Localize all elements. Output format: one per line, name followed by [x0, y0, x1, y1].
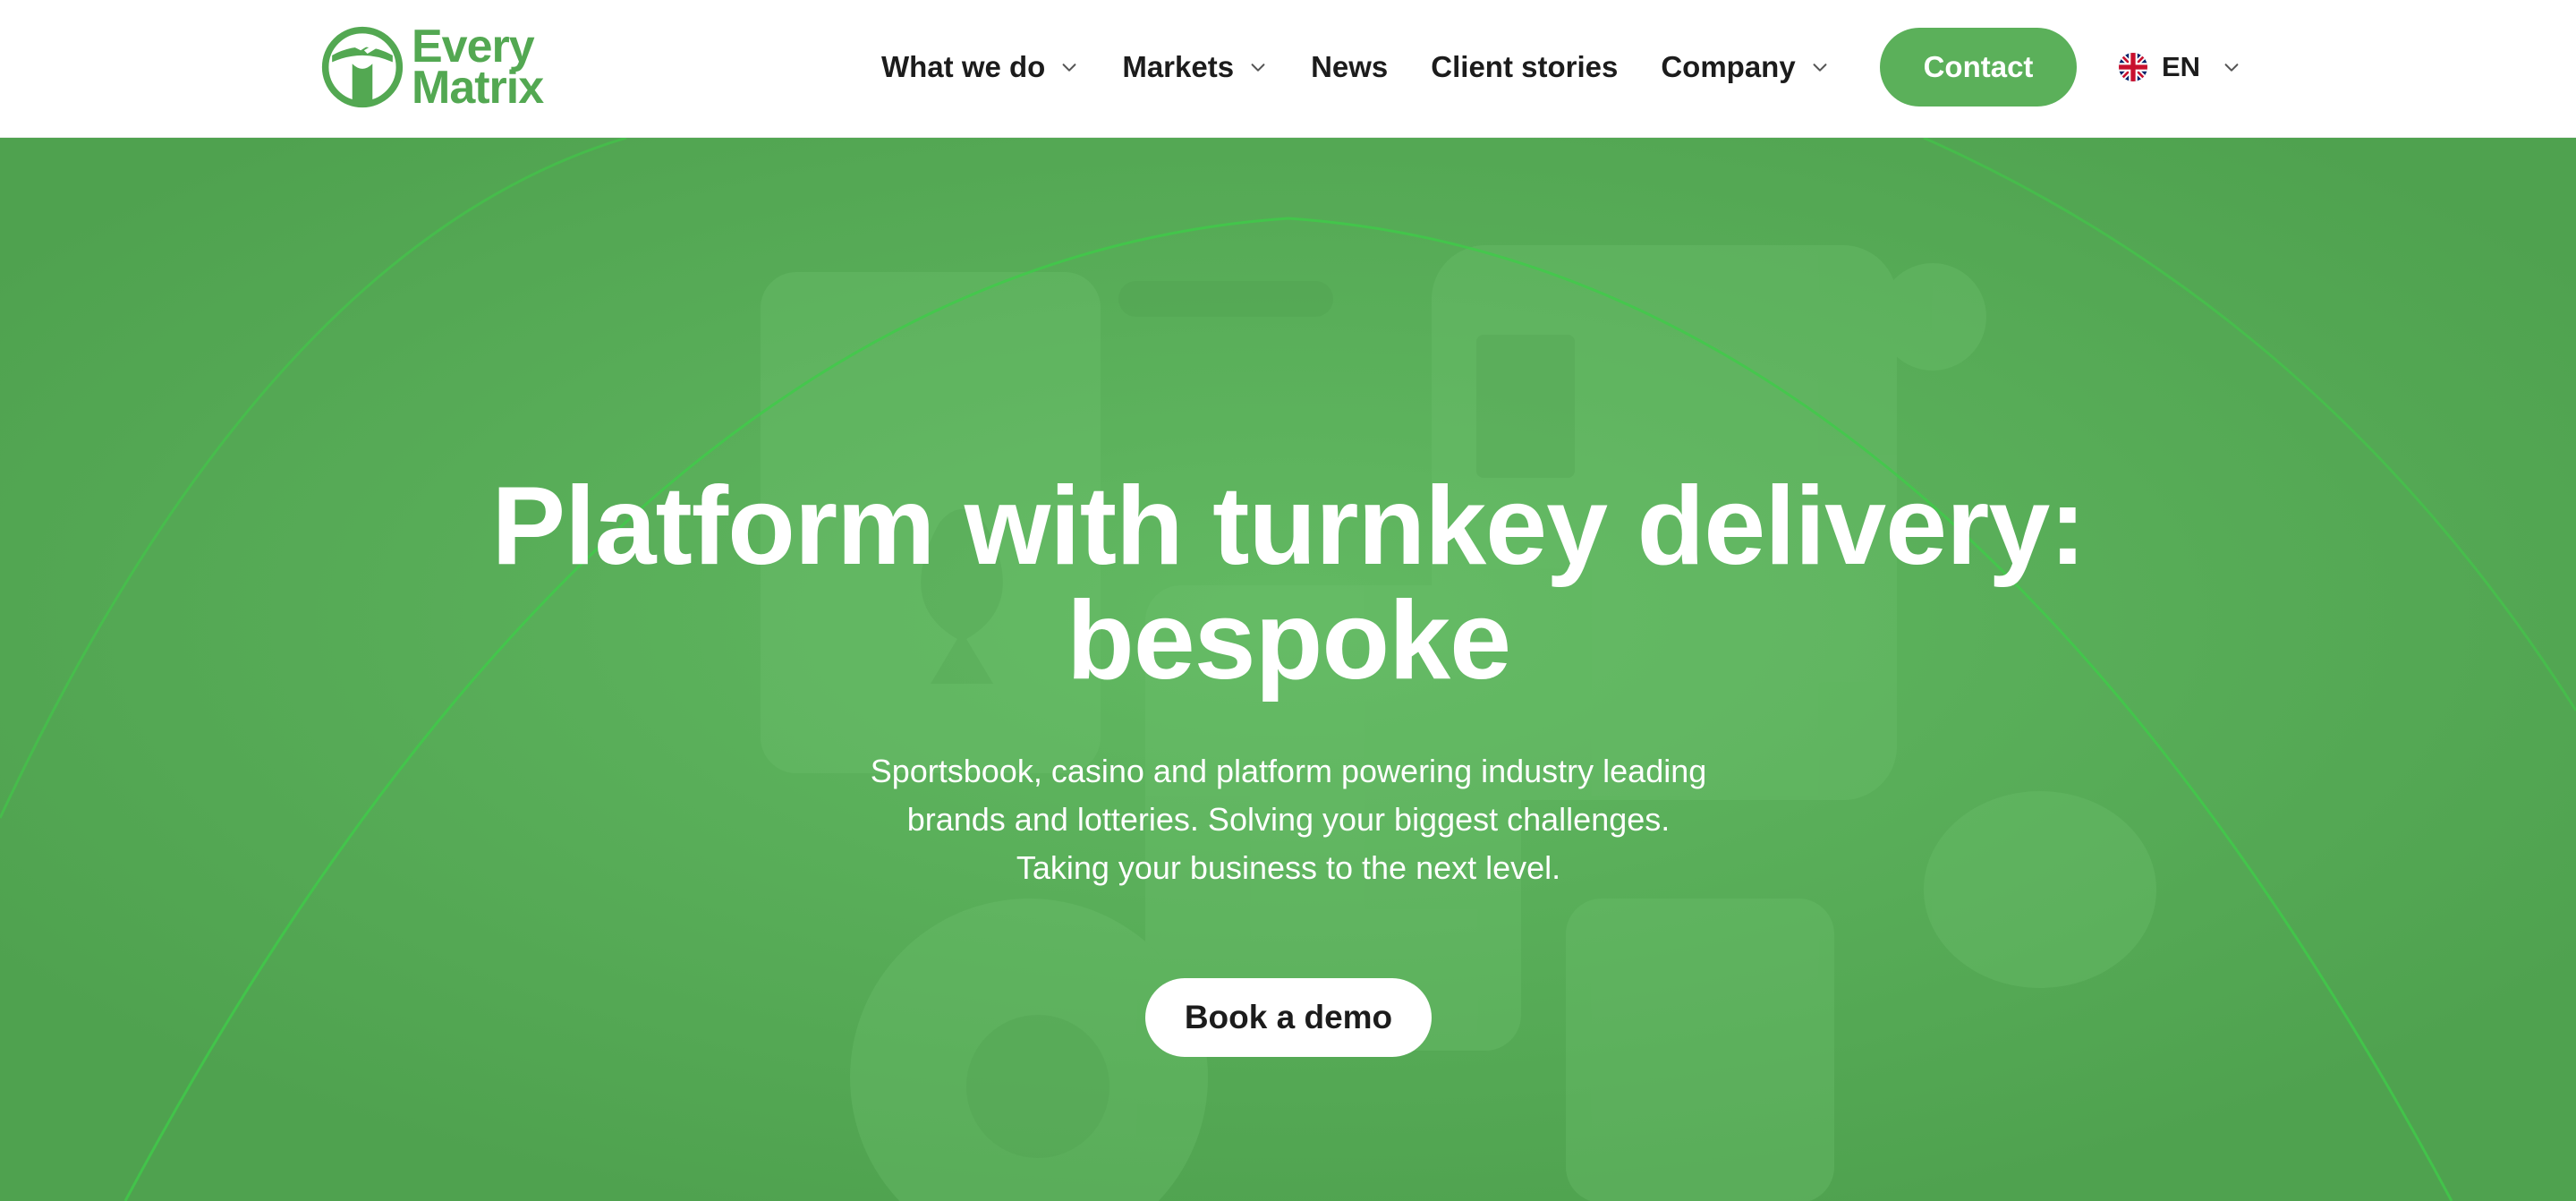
chevron-down-icon [1813, 64, 1827, 72]
language-selector[interactable]: EN [2119, 47, 2241, 88]
nav-item-markets[interactable]: Markets [1122, 50, 1268, 84]
hero-section: Platform with turnkey delivery: bespoke … [0, 138, 2576, 1201]
nav-item-label: News [1311, 50, 1389, 83]
nav-item-label: Company [1661, 50, 1796, 83]
nav-item-client-stories[interactable]: Client stories [1431, 50, 1618, 84]
chevron-down-icon [1251, 64, 1265, 72]
nav-item-news[interactable]: News [1311, 50, 1388, 84]
main-nav: What we do Markets News Client stories C… [881, 0, 1830, 134]
logo-word-matrix: Matrix [412, 62, 544, 114]
nav-item-company[interactable]: Company [1661, 50, 1829, 84]
hero-title: Platform with turnkey delivery: bespoke [394, 469, 2183, 698]
nav-item-label: Markets [1122, 50, 1235, 83]
hero-title-line-2: bespoke [1066, 579, 1511, 703]
chevron-down-icon [2224, 64, 2239, 72]
everymatrix-logo-icon [321, 26, 404, 108]
language-label: EN [2162, 51, 2201, 82]
everymatrix-logo[interactable]: Every Matrix [320, 23, 557, 111]
hero-subtitle: Sportsbook, casino and platform powering… [796, 747, 1781, 892]
chevron-down-icon [1062, 64, 1076, 72]
logo-wordmark: Every Matrix [412, 23, 544, 114]
hero-subtitle-line-1: Sportsbook, casino and platform powering… [870, 753, 1707, 789]
hero-subtitle-line-3: Taking your business to the next level. [1016, 849, 1561, 886]
hero-subtitle-line-2: brands and lotteries. Solving your bigge… [906, 801, 1671, 838]
uk-flag-icon [2119, 53, 2147, 81]
book-demo-button[interactable]: Book a demo [1145, 978, 1432, 1057]
contact-button[interactable]: Contact [1880, 28, 2077, 106]
nav-item-what-we-do[interactable]: What we do [881, 50, 1079, 84]
hero-title-line-1: Platform with turnkey delivery: [491, 464, 2086, 588]
nav-item-label: What we do [881, 50, 1046, 83]
nav-item-label: Client stories [1431, 50, 1619, 83]
site-header: Every Matrix What we do Markets News Cli… [0, 0, 2576, 138]
